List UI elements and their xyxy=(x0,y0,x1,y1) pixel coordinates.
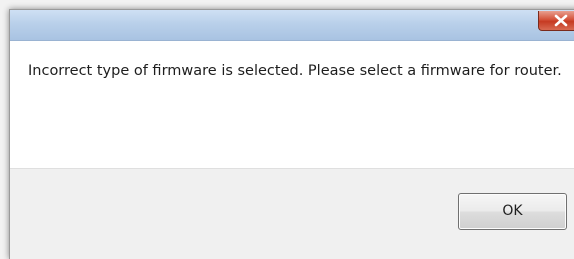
close-button[interactable] xyxy=(538,11,574,31)
title-bar[interactable] xyxy=(10,10,574,41)
ok-button[interactable]: OK xyxy=(458,193,567,230)
close-icon xyxy=(554,14,568,27)
dialog-footer: OK xyxy=(10,168,574,259)
message-dialog: Incorrect type of firmware is selected. … xyxy=(9,9,574,259)
dialog-message: Incorrect type of firmware is selected. … xyxy=(28,63,562,79)
